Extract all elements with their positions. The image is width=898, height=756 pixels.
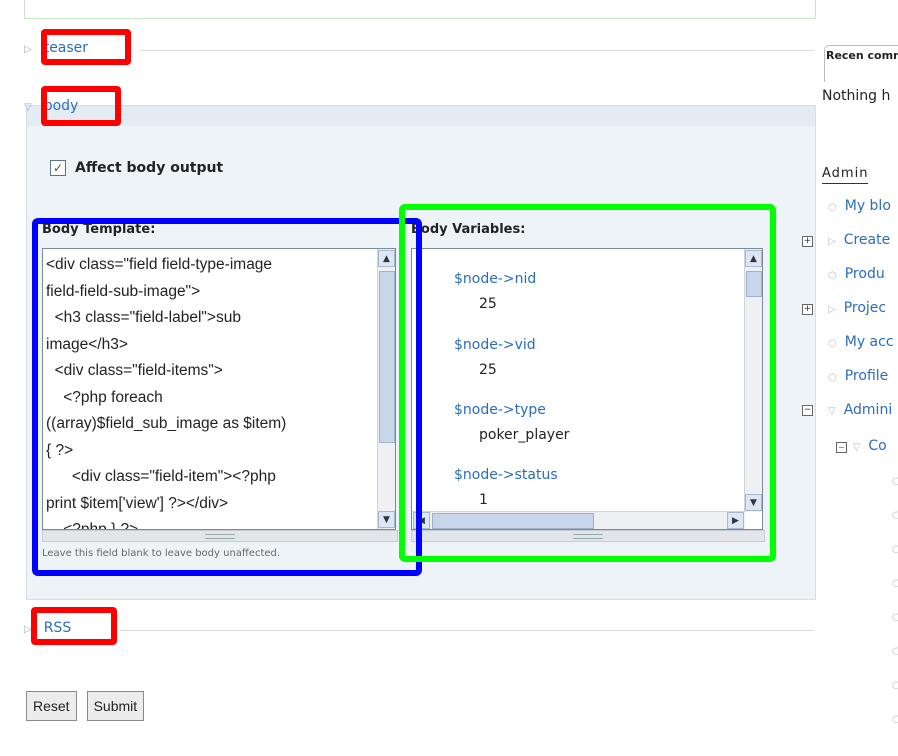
affect-body-label: Affect body output bbox=[75, 160, 224, 176]
menu-item-profile[interactable]: ○ Profile bbox=[828, 368, 888, 384]
submenu-bullet: ○ bbox=[892, 710, 898, 726]
scroll-down-arrow-icon[interactable]: ▼ bbox=[745, 494, 762, 511]
menu-item-administer[interactable]: ▽ Admini bbox=[828, 402, 892, 418]
variables-vertical-scrollbar[interactable]: ▲ ▼ bbox=[744, 249, 762, 512]
teaser-divider bbox=[140, 50, 814, 51]
submenu-bullet: ○ bbox=[892, 506, 898, 522]
collapse-minus-icon[interactable]: − bbox=[836, 442, 847, 453]
template-resize-grip[interactable] bbox=[42, 530, 398, 542]
body-fieldset-header bbox=[27, 106, 815, 126]
rss-fieldset-legend[interactable]: ▷ RSS bbox=[24, 620, 71, 640]
teaser-link[interactable]: teaser bbox=[44, 40, 88, 56]
right-sidebar: Recen comme Nothing h Admin ○My blo ▷Cre… bbox=[820, 0, 898, 756]
menu-item-my-blog[interactable]: ○ My blo bbox=[828, 198, 891, 214]
bullet-icon: ○ bbox=[892, 612, 898, 623]
collapsed-triangle-icon: ▷ bbox=[828, 304, 836, 315]
submenu-bullet: ○ bbox=[892, 608, 898, 624]
body-template-code: <div class="field field-type-image field… bbox=[46, 256, 287, 530]
menu-item-products[interactable]: ○ Produ bbox=[828, 266, 885, 282]
bullet-icon: ○ bbox=[828, 338, 837, 349]
submenu-bullet: ○ bbox=[892, 540, 898, 556]
variable-item: $node->nid 25 bbox=[454, 271, 536, 312]
form-buttons: Reset Submit bbox=[26, 691, 145, 721]
main-content: ▷ teaser ▽ body ✓ Affect body output Body … bbox=[0, 0, 820, 756]
variables-resize-grip[interactable] bbox=[411, 530, 765, 542]
collapse-minus-icon[interactable]: − bbox=[802, 405, 813, 416]
variable-name: $node->type bbox=[454, 402, 546, 418]
bullet-icon: ○ bbox=[828, 270, 837, 281]
bullet-icon: ○ bbox=[892, 714, 898, 725]
variable-name: $node->status bbox=[454, 467, 558, 483]
expand-plus-icon[interactable]: + bbox=[802, 304, 813, 315]
expand-plus-icon[interactable]: + bbox=[802, 236, 813, 247]
variable-value: 25 bbox=[479, 362, 497, 378]
body-link[interactable]: body bbox=[44, 98, 79, 114]
scroll-up-arrow-icon[interactable]: ▲ bbox=[745, 250, 762, 267]
submenu-bullet: ○ bbox=[892, 676, 898, 692]
body-template-label: Body Template: bbox=[42, 222, 156, 237]
body-template-textarea[interactable]: <div class="field field-type-image field… bbox=[42, 248, 396, 530]
bullet-icon: ○ bbox=[892, 544, 898, 555]
submit-button[interactable]: Submit bbox=[86, 691, 145, 721]
rss-link[interactable]: RSS bbox=[44, 620, 72, 636]
reset-button[interactable]: Reset bbox=[26, 691, 77, 721]
submenu-bullet: ○ bbox=[892, 642, 898, 658]
scroll-down-arrow-icon[interactable]: ▼ bbox=[378, 511, 395, 528]
expanded-triangle-icon: ▽ bbox=[828, 406, 836, 417]
variable-item: $node->status 1 bbox=[454, 467, 558, 508]
variable-name: $node->vid bbox=[454, 337, 536, 353]
menu-item-projects[interactable]: ▷ Projec bbox=[828, 300, 886, 316]
body-variables-panel[interactable]: $node->nid 25 $node->vid 25 $node->type … bbox=[411, 248, 763, 530]
variable-item: $node->vid 25 bbox=[454, 337, 536, 378]
variables-horizontal-scrollbar[interactable]: ◀ ▶ bbox=[412, 511, 745, 529]
bullet-icon: ○ bbox=[892, 510, 898, 521]
affect-body-checkbox-row[interactable]: ✓ Affect body output bbox=[50, 160, 223, 176]
teaser-fieldset-legend[interactable]: ▷ teaser bbox=[24, 40, 88, 60]
bullet-icon: ○ bbox=[828, 372, 837, 383]
collapsed-triangle-icon: ▷ bbox=[24, 44, 32, 55]
scroll-left-arrow-icon[interactable]: ◀ bbox=[413, 512, 430, 529]
menu-item-my-account[interactable]: ○ My acc bbox=[828, 334, 894, 350]
recent-comments-tab[interactable]: Recen comme bbox=[824, 45, 898, 82]
bullet-icon: ○ bbox=[828, 202, 837, 213]
bullet-icon: ○ bbox=[892, 646, 898, 657]
submenu-bullet: ○ bbox=[892, 472, 898, 488]
bullet-icon: ○ bbox=[892, 578, 898, 589]
expanded-triangle-icon: ▽ bbox=[24, 102, 32, 113]
expanded-triangle-icon: ▽ bbox=[852, 442, 861, 453]
scroll-thumb[interactable] bbox=[379, 271, 395, 443]
variable-value: poker_player bbox=[479, 427, 570, 443]
body-fieldset-legend[interactable]: ▽ body bbox=[24, 98, 78, 118]
bullet-icon: ○ bbox=[892, 680, 898, 691]
previous-fieldset-bottom bbox=[24, 0, 816, 19]
bullet-icon: ○ bbox=[892, 476, 898, 487]
variable-value: 25 bbox=[479, 296, 497, 312]
affect-body-checkbox[interactable]: ✓ bbox=[50, 160, 66, 176]
rss-divider bbox=[120, 630, 814, 631]
variable-value: 1 bbox=[479, 492, 488, 508]
variable-name: $node->nid bbox=[454, 271, 537, 287]
collapsed-triangle-icon: ▷ bbox=[24, 624, 32, 635]
grip-lines-icon bbox=[205, 534, 235, 539]
body-variables-label: Body Variables: bbox=[411, 222, 526, 237]
menu-item-create[interactable]: ▷ Create bbox=[828, 232, 890, 248]
admin-block-title: Admin bbox=[822, 166, 869, 184]
submenu-bullet: ○ bbox=[892, 574, 898, 590]
template-vertical-scrollbar[interactable]: ▲ ▼ bbox=[377, 249, 395, 529]
scroll-right-arrow-icon[interactable]: ▶ bbox=[727, 512, 744, 529]
scroll-up-arrow-icon[interactable]: ▲ bbox=[378, 250, 395, 267]
scroll-thumb[interactable] bbox=[432, 513, 594, 529]
template-help-text: Leave this field blank to leave body una… bbox=[42, 548, 281, 559]
nothing-here-text: Nothing h bbox=[822, 88, 891, 104]
collapsed-triangle-icon: ▷ bbox=[828, 236, 836, 247]
variable-item: $node->type poker_player bbox=[454, 402, 569, 443]
scroll-thumb[interactable] bbox=[746, 271, 762, 297]
grip-lines-icon bbox=[573, 534, 603, 539]
menu-item-content[interactable]: − ▽ Co bbox=[836, 438, 887, 454]
